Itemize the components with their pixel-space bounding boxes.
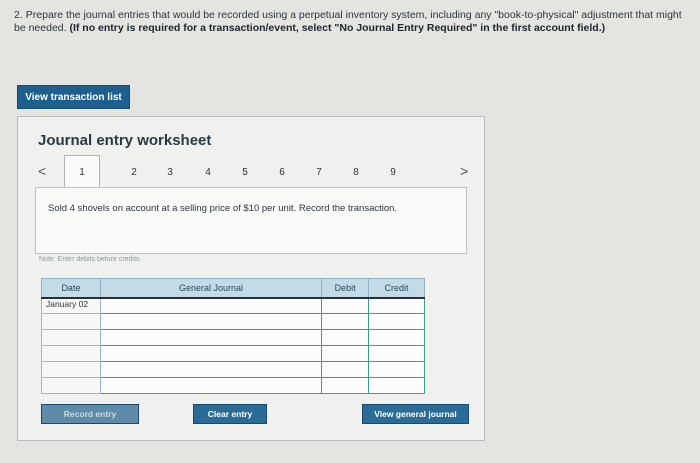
- table-row: January 02: [41, 297, 425, 314]
- debit-input[interactable]: [321, 377, 370, 394]
- credit-input[interactable]: [368, 361, 425, 378]
- table-row: [41, 313, 425, 330]
- header-date: Date: [41, 278, 101, 299]
- credit-input[interactable]: [368, 345, 425, 362]
- header-credit: Credit: [368, 278, 425, 299]
- tab-step-5[interactable]: 5: [235, 167, 255, 178]
- credit-input[interactable]: [368, 377, 425, 394]
- header-general-journal: General Journal: [99, 278, 323, 299]
- table-row: [41, 329, 425, 346]
- credit-input[interactable]: [368, 297, 425, 314]
- tab-step-2[interactable]: 2: [124, 167, 144, 178]
- question-text: 2. Prepare the journal entries that would…: [14, 9, 694, 34]
- account-input[interactable]: [99, 297, 323, 314]
- record-entry-button[interactable]: Record entry: [41, 404, 139, 424]
- date-cell-empty: [41, 361, 101, 378]
- account-input[interactable]: [99, 345, 323, 362]
- tab-step-3[interactable]: 3: [160, 167, 180, 178]
- journal-header-row: Date General Journal Debit Credit: [41, 278, 425, 299]
- account-input[interactable]: [99, 313, 323, 330]
- account-input[interactable]: [99, 361, 323, 378]
- debit-input[interactable]: [321, 297, 370, 314]
- clear-entry-button[interactable]: Clear entry: [193, 404, 267, 424]
- journal-table: Date General Journal Debit Credit Januar…: [41, 278, 425, 394]
- date-cell-empty: [41, 345, 101, 362]
- date-select[interactable]: January 02: [41, 297, 101, 314]
- tab-step-1[interactable]: 1: [64, 155, 100, 187]
- account-input[interactable]: [99, 329, 323, 346]
- prev-arrow-icon[interactable]: <: [38, 163, 46, 179]
- view-transaction-list-button[interactable]: View transaction list: [17, 85, 130, 109]
- debit-input[interactable]: [321, 345, 370, 362]
- table-row: [41, 377, 425, 394]
- question-number: 2.: [14, 9, 23, 21]
- table-row: [41, 345, 425, 362]
- tab-step-6[interactable]: 6: [272, 167, 292, 178]
- worksheet-title: Journal entry worksheet: [38, 132, 212, 149]
- step-navigation: < 1 2 3 4 5 6 7 8 9 >: [32, 155, 472, 187]
- tab-step-4[interactable]: 4: [198, 167, 218, 178]
- tab-step-8[interactable]: 8: [346, 167, 366, 178]
- debit-input[interactable]: [321, 313, 370, 330]
- credit-input[interactable]: [368, 313, 425, 330]
- date-cell-empty: [41, 313, 101, 330]
- debit-credit-note: Note: Enter debits before credits.: [39, 256, 142, 263]
- tab-step-7[interactable]: 7: [309, 167, 329, 178]
- transaction-description: Sold 4 shovels on account at a selling p…: [35, 187, 467, 254]
- next-arrow-icon[interactable]: >: [460, 163, 468, 179]
- table-row: [41, 361, 425, 378]
- question-instruction: (If no entry is required for a transacti…: [69, 21, 606, 34]
- debit-input[interactable]: [321, 329, 370, 346]
- debit-input[interactable]: [321, 361, 370, 378]
- credit-input[interactable]: [368, 329, 425, 346]
- date-cell-empty: [41, 377, 101, 394]
- date-cell-empty: [41, 329, 101, 346]
- tab-step-9[interactable]: 9: [383, 167, 403, 178]
- header-debit: Debit: [321, 278, 370, 299]
- journal-entry-worksheet: Journal entry worksheet < 1 2 3 4 5 6 7 …: [17, 116, 485, 441]
- account-input[interactable]: [99, 377, 323, 394]
- view-general-journal-button[interactable]: View general journal: [362, 404, 469, 424]
